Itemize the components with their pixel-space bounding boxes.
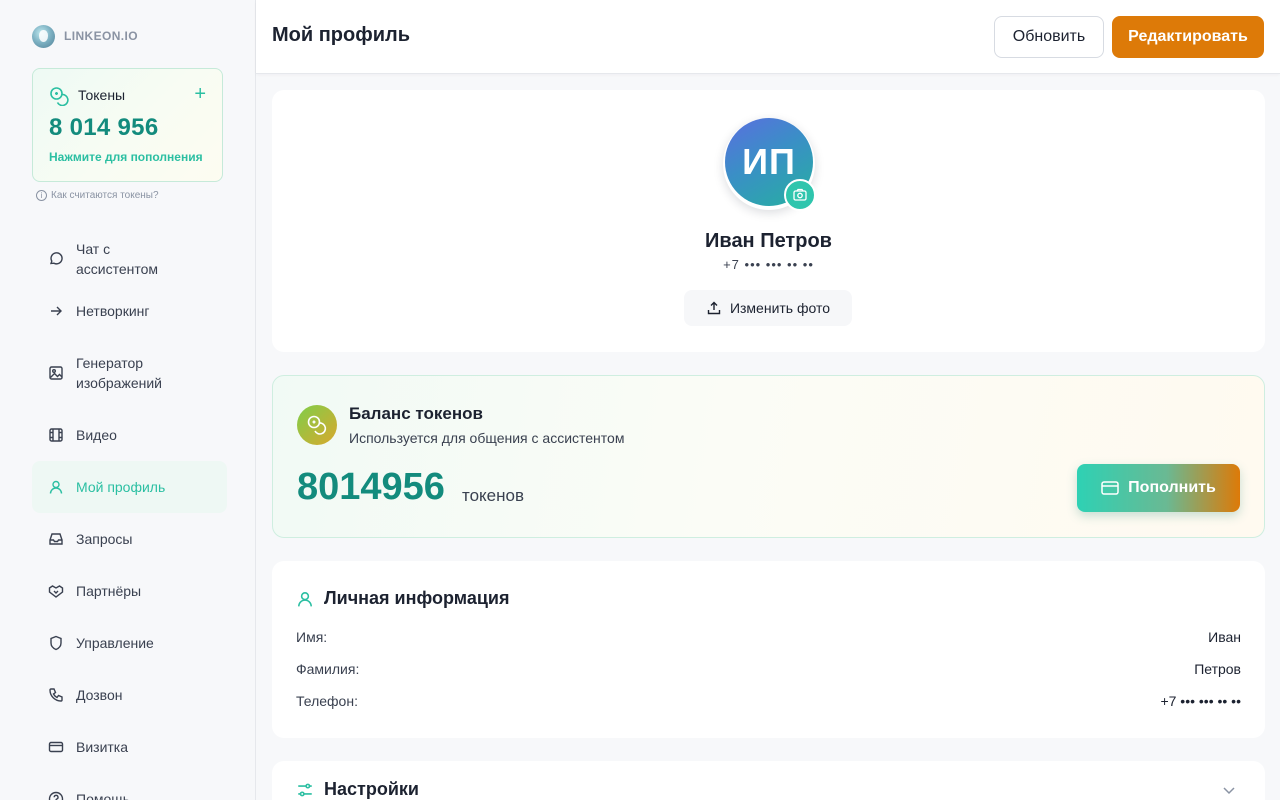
tokens-help-link[interactable]: i Как считаются токены? [36, 190, 159, 201]
profile-name: Иван Петров [705, 230, 832, 252]
balance-subtitle: Используется для общения с ассистентом [349, 430, 625, 446]
sidebar-item-label: Генератор изображений [76, 355, 162, 391]
sidebar-item-help[interactable]: Помощь [32, 773, 227, 800]
sidebar-item-video[interactable]: Видео [32, 409, 227, 461]
settings-header: Настройки [296, 779, 419, 800]
info-value: Иван [1208, 629, 1241, 645]
help-icon [48, 791, 64, 800]
sidebar-item-label: Визитка [76, 739, 129, 755]
page-title: Мой профиль [272, 24, 411, 46]
credit-card-icon [1101, 481, 1119, 495]
info-row-first-name: Имя: Иван [296, 629, 1241, 649]
balance-unit: токенов [462, 486, 525, 505]
personal-info-card: Личная информация Имя: Иван Фамилия: Пет… [272, 561, 1265, 738]
chat-icon [49, 252, 63, 265]
sliders-icon [298, 783, 312, 796]
profile-card: ИП Иван Петров +7 ••• ••• •• •• Изменить… [272, 90, 1265, 352]
info-row-last-name: Фамилия: Петров [296, 661, 1241, 681]
settings-card[interactable]: Настройки [272, 761, 1265, 800]
change-photo-label: Изменить фото [729, 300, 831, 316]
inbox-icon [49, 533, 63, 545]
user-icon [298, 591, 312, 606]
tokens-help-label: Как считаются токены? [51, 190, 159, 201]
chevron-down-icon[interactable] [1222, 783, 1236, 797]
sidebar-item-image-generator[interactable]: Генератор изображений [32, 337, 227, 409]
change-photo-button[interactable]: Изменить фото [684, 290, 852, 326]
tokens-topup-hint[interactable]: Нажмите для пополнения [49, 150, 203, 164]
sidebar-item-management[interactable]: Управление [32, 617, 227, 669]
sidebar-item-label: Видео [76, 427, 117, 443]
image-icon [49, 366, 63, 380]
sidebar-item-label: Партнёры [76, 583, 142, 599]
refresh-button[interactable]: Обновить [994, 16, 1104, 58]
coins-icon [50, 87, 69, 106]
info-label: Имя: [296, 629, 328, 645]
personal-info-title: Личная информация [324, 588, 510, 608]
profile-phone: +7 ••• ••• •• •• [723, 257, 814, 272]
sidebar-item-dialer[interactable]: Дозвон [32, 669, 227, 721]
brand-name: LINKEON.IO [64, 29, 139, 43]
card-icon [48, 741, 64, 753]
sidebar-nav: Чат с ассистентом Нетворкинг Генератор и… [32, 233, 227, 800]
page-header: Мой профиль Обновить Редактировать [256, 0, 1280, 74]
sidebar-item-business-card[interactable]: Визитка [32, 721, 227, 773]
personal-info-header: Личная информация [296, 588, 509, 609]
info-label: Фамилия: [296, 661, 360, 677]
tokens-card[interactable]: Токены + 8 014 956 Нажмите для пополнени… [32, 68, 223, 182]
tokens-title: Токены [78, 87, 126, 103]
camera-icon[interactable] [784, 179, 816, 211]
token-balance-card: Баланс токенов Используется для общения … [272, 375, 1265, 538]
info-value: Петров [1194, 661, 1241, 677]
sidebar-item-label: Чат с ассистентом [76, 241, 159, 277]
sidebar-item-partners[interactable]: Партнёры [32, 565, 227, 617]
tokens-value: 8 014 956 [49, 114, 159, 141]
info-row-phone: Телефон: +7 ••• ••• •• •• [296, 693, 1241, 713]
topup-label: Пополнить [1128, 479, 1216, 496]
info-label: Телефон: [296, 693, 358, 709]
info-value: +7 ••• ••• •• •• [1160, 693, 1241, 709]
balance-value: 8014956 [297, 466, 445, 508]
balance-title: Баланс токенов [349, 404, 483, 423]
arrow-right-icon [51, 306, 62, 316]
sidebar-item-requests[interactable]: Запросы [32, 513, 227, 565]
sidebar-item-networking[interactable]: Нетворкинг [32, 285, 227, 337]
upload-icon [707, 301, 721, 315]
topup-button[interactable]: Пополнить [1077, 464, 1240, 512]
brand-logo-icon [32, 24, 55, 48]
shield-icon [50, 635, 62, 651]
settings-title: Настройки [324, 779, 419, 799]
handshake-icon [48, 585, 64, 598]
sidebar-item-label: Нетворкинг [76, 303, 150, 319]
sidebar-item-label: Управление [76, 635, 154, 651]
plus-icon[interactable]: + [194, 82, 206, 106]
brand[interactable]: LINKEON.IO [32, 24, 138, 48]
sidebar-item-label: Мой профиль [76, 479, 166, 495]
coins-icon [297, 405, 337, 445]
phone-icon [49, 688, 63, 702]
sidebar: LINKEON.IO Токены + 8 014 956 Нажмите дл… [0, 0, 256, 800]
sidebar-item-label: Помощь [76, 791, 131, 800]
sidebar-item-chat[interactable]: Чат с ассистентом [32, 233, 227, 285]
info-icon: i [36, 190, 47, 201]
sidebar-item-label: Дозвон [76, 687, 123, 703]
edit-button[interactable]: Редактировать [1112, 16, 1264, 58]
film-icon [49, 428, 63, 442]
sidebar-item-my-profile[interactable]: Мой профиль [32, 461, 227, 513]
sidebar-item-label: Запросы [76, 531, 133, 547]
user-icon [49, 480, 63, 494]
